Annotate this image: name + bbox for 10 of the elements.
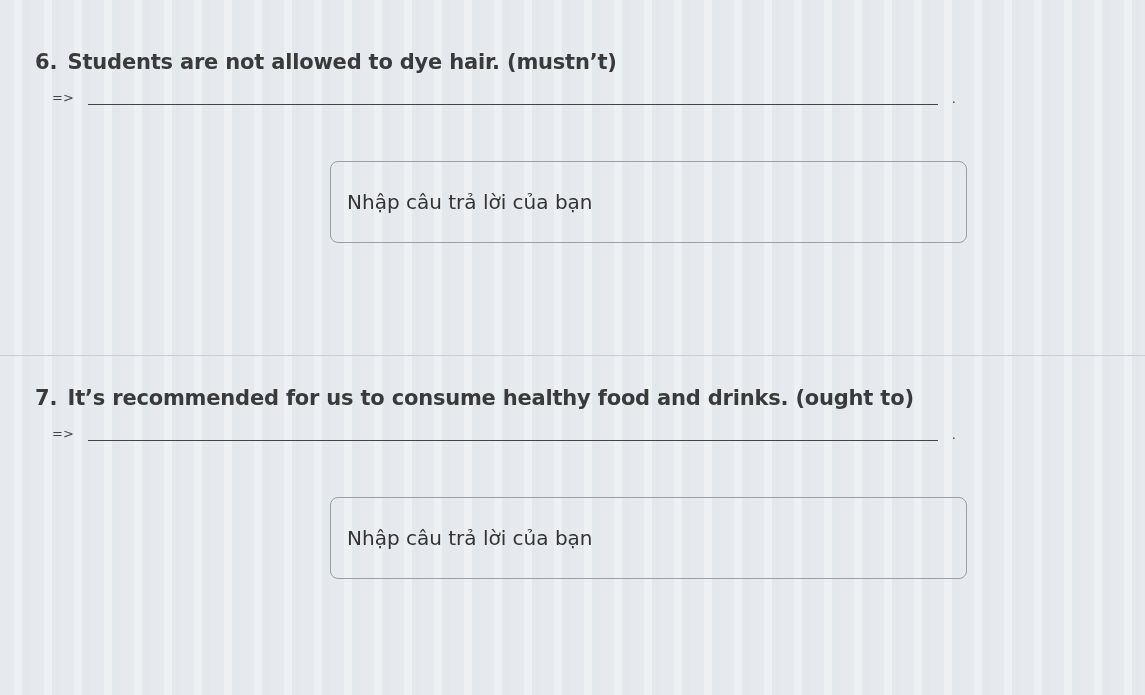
question-text: Students are not allowed to dye hair. (mustn’t) [67,50,617,74]
period-text: . [951,92,956,105]
question-text: It’s recommended for us to consume healthy food and drinks. (ought to) [67,386,914,410]
question-number: 6. [35,50,58,74]
answer-field[interactable]: Nhập câu trả lời của bạn [330,497,967,579]
answer-field[interactable]: Nhập câu trả lời của bạn [330,161,967,243]
period-text: . [951,428,956,441]
question-number: 7. [35,386,58,410]
arrow-text: => [52,90,74,105]
arrow-text: => [52,426,74,441]
